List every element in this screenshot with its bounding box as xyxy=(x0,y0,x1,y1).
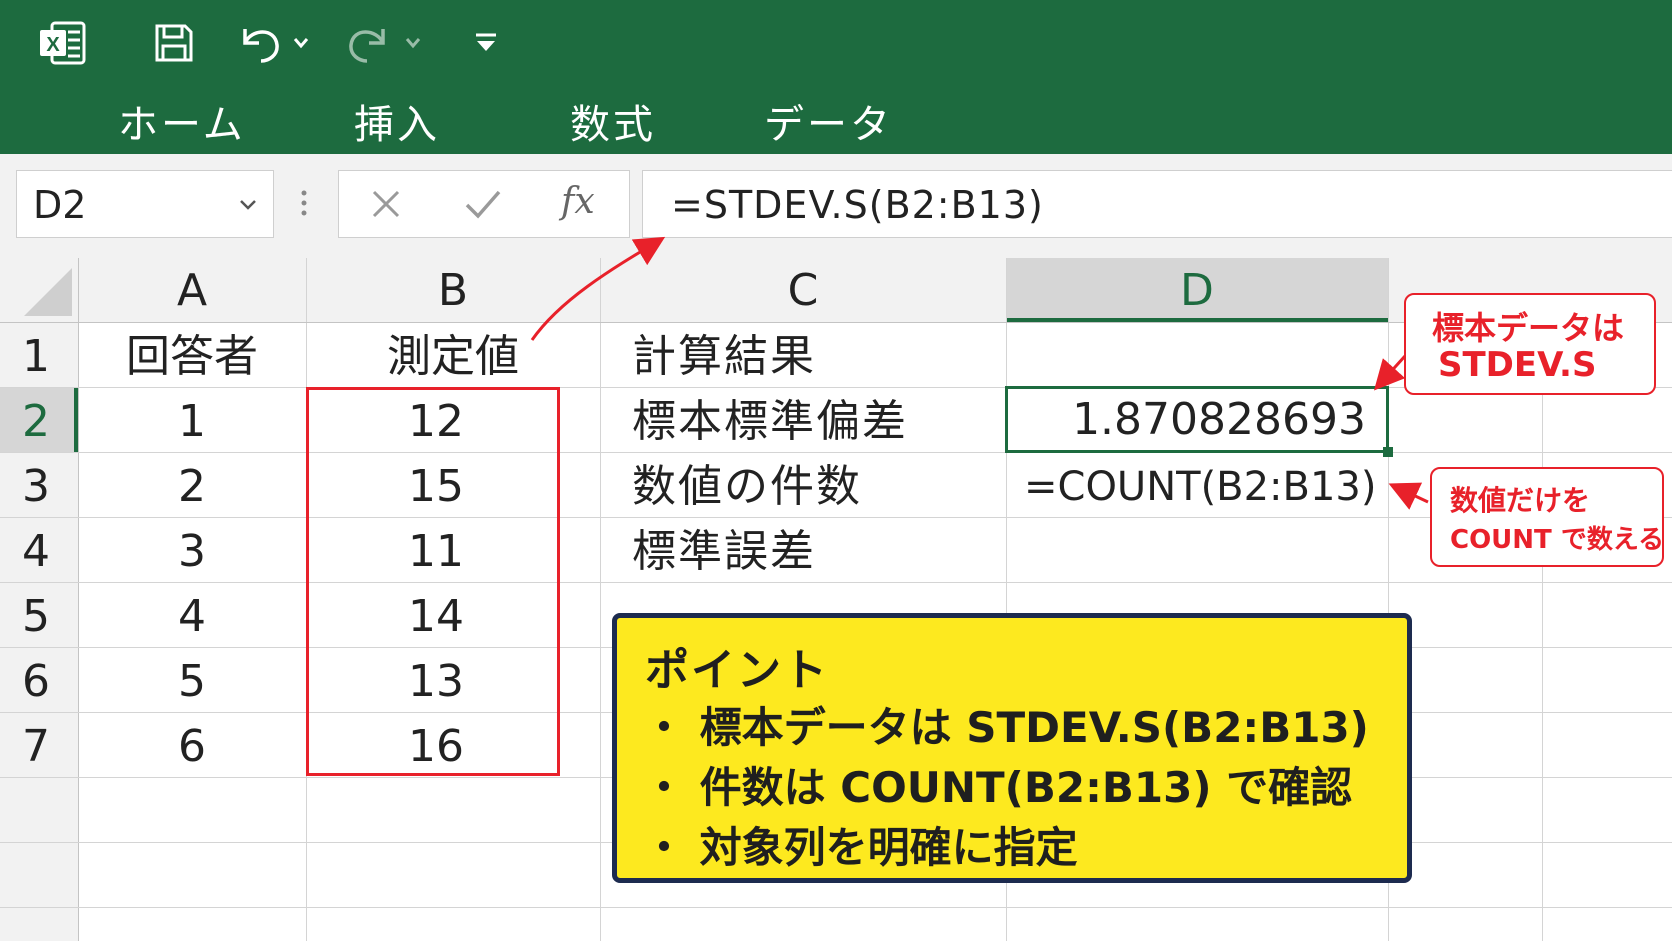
point-item-2: ・ 件数は COUNT(B2:B13) で確認 xyxy=(643,763,1353,812)
callout-stdev-line1: 標本データは xyxy=(1432,309,1625,347)
callout-count-line2: COUNT で数える xyxy=(1450,525,1665,555)
point-box: ポイント ・ 標本データは STDEV.S(B2:B13) ・ 件数は COUN… xyxy=(612,613,1412,883)
callout-stdev-line2: STDEV.S xyxy=(1438,345,1597,385)
callout-stdev: 標本データは STDEV.S xyxy=(1404,293,1656,395)
arrow-to-d2 xyxy=(1373,354,1407,391)
arrow-to-formula xyxy=(530,236,666,341)
arrow-to-d3 xyxy=(1388,482,1429,510)
point-title: ポイント xyxy=(645,645,829,696)
callout-count: 数値だけを COUNT で数える xyxy=(1430,467,1664,567)
point-item-3: ・ 対象列を明確に指定 xyxy=(643,823,1078,872)
point-item-1: ・ 標本データは STDEV.S(B2:B13) xyxy=(643,703,1369,752)
callout-count-line1: 数値だけを xyxy=(1450,484,1591,517)
